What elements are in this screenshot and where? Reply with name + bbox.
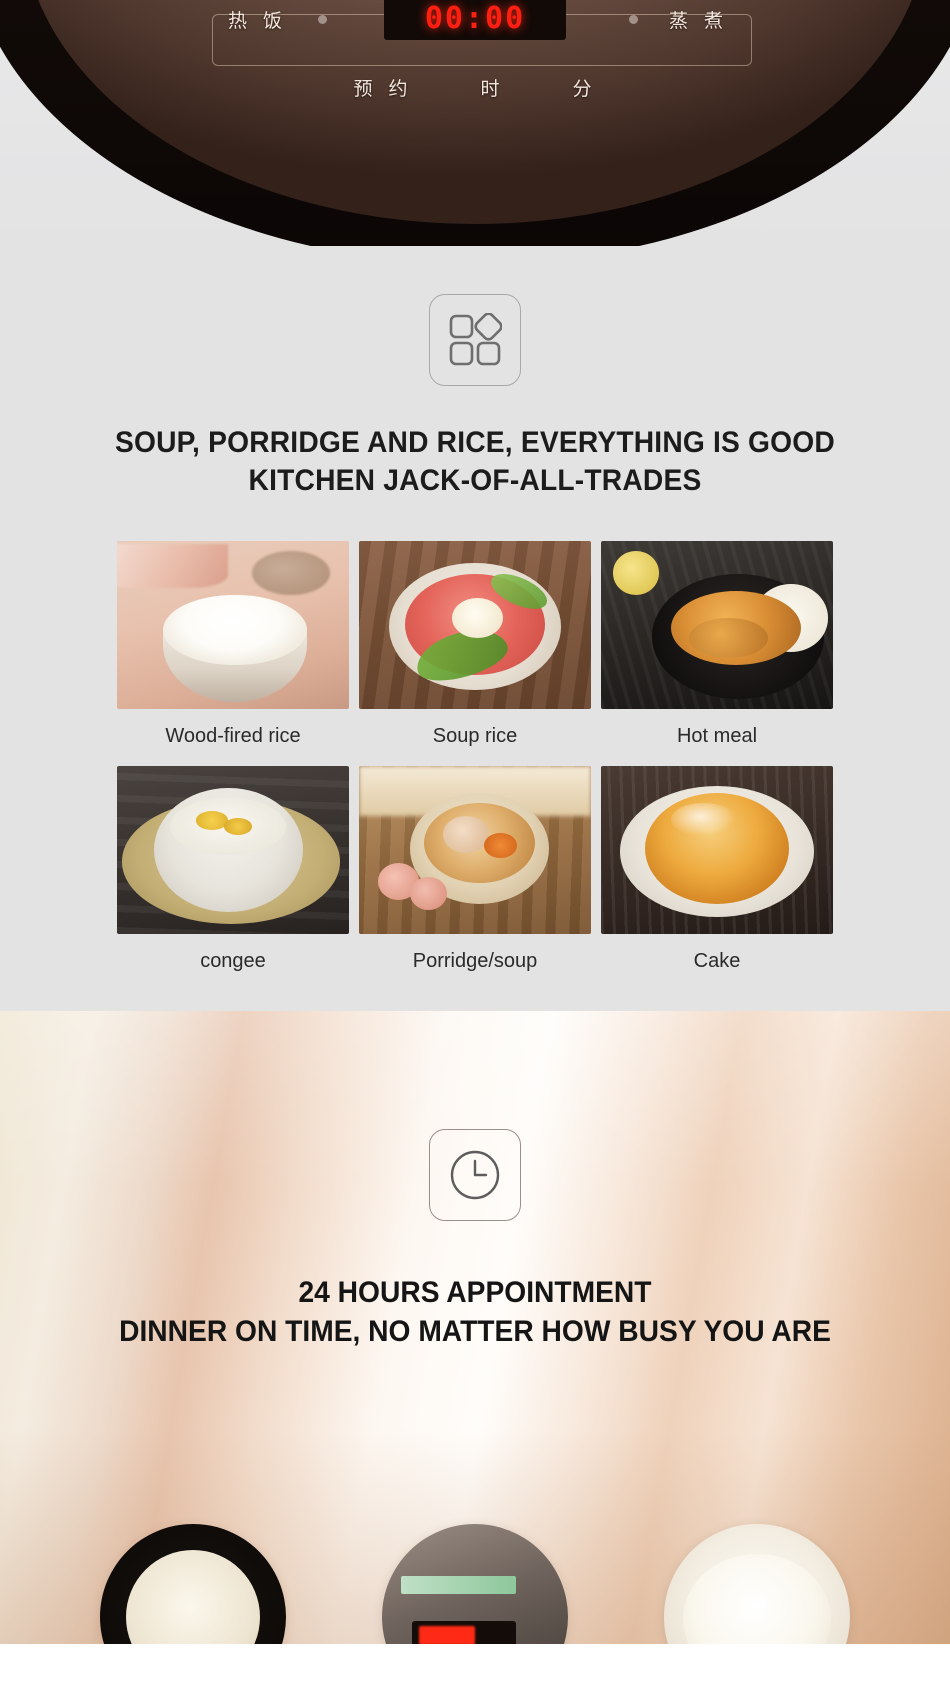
appointment-timer-section: 24 HOURS APPOINTMENT DINNER ON TIME, NO … [0, 1010, 950, 1644]
bottom-thumbnail-strip [0, 1523, 950, 1644]
hot-meal-in-black-pan-photo [601, 540, 833, 709]
indicator-dot-reheat [318, 15, 327, 24]
cooker-control-panel-photo [382, 1523, 568, 1644]
cooking-modes-headline: SOUP, PORRIDGE AND RICE, EVERYTHING IS G… [52, 424, 898, 501]
rice-in-inner-pot-photo [100, 1523, 286, 1644]
timer-headline-line-2: DINNER ON TIME, NO MATTER HOW BUSY YOU A… [119, 1314, 831, 1348]
grid-item-caption: Cake [693, 949, 741, 972]
clock-icon [429, 1128, 521, 1221]
cooking-modes-grid: Wood-fired rice Soup rice Hot meal conge… [117, 540, 833, 977]
soup-rice-with-egg-photo [359, 540, 591, 709]
grid-item[interactable]: Hot meal [601, 540, 833, 752]
grid-squares-icon [429, 294, 521, 386]
headline-line-1: SOUP, PORRIDGE AND RICE, EVERYTHING IS G… [114, 426, 835, 459]
grid-item[interactable]: congee [117, 765, 349, 977]
porridge-soup-with-meat-photo [359, 765, 591, 934]
button-label-steam-cook[interactable]: 蒸 煮 [669, 6, 728, 33]
grid-item-caption: Porridge/soup [412, 949, 538, 972]
panel-decorative-arc [145, 84, 805, 224]
grid-item-caption: Wood-fired rice [165, 724, 301, 747]
timer-headline-line-1: 24 HOURS APPOINTMENT [298, 1275, 652, 1309]
grid-item[interactable]: Wood-fired rice [117, 540, 349, 752]
cooked-rice-closeup-photo [664, 1523, 850, 1644]
indicator-dot-steam [629, 15, 638, 24]
grid-item[interactable]: Soup rice [359, 540, 591, 752]
cooking-modes-section: SOUP, PORRIDGE AND RICE, EVERYTHING IS G… [0, 246, 950, 1011]
grid-item[interactable]: Cake [601, 765, 833, 977]
white-rice-in-bowl-photo [117, 540, 349, 709]
headline-line-2: KITCHEN JACK-OF-ALL-TRADES [248, 464, 702, 498]
grid-item[interactable]: Porridge/soup [359, 765, 591, 977]
hero-cooker-photo: 00:00 热 饭 蒸 煮 预 约 时 分 [0, 0, 950, 246]
grid-item-caption: congee [200, 949, 266, 972]
cooker-lcd-display: 00:00 [384, 0, 566, 40]
golden-cake-on-plate-photo [601, 765, 833, 934]
grid-item-caption: Hot meal [676, 724, 758, 747]
product-detail-page: 00:00 热 饭 蒸 煮 预 约 时 分 SOUP, PORRIDGE AND… [0, 0, 950, 1644]
button-label-reheat-rice[interactable]: 热 饭 [228, 6, 287, 33]
grid-item-caption: Soup rice [432, 724, 518, 747]
congee-in-white-bowl-photo [117, 765, 349, 934]
appointment-headline: 24 HOURS APPOINTMENT DINNER ON TIME, NO … [52, 1273, 898, 1351]
lcd-value: 00:00 [424, 0, 526, 36]
